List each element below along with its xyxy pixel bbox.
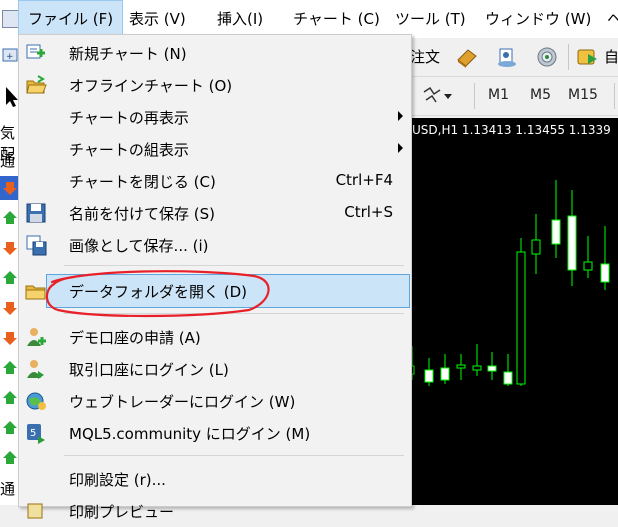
menu-item-label: ウェブトレーダーにログイン (W)	[69, 393, 296, 411]
menu-window[interactable]: ウィンドウ (W)	[476, 0, 600, 38]
trade-login-icon	[27, 360, 44, 379]
menu-item-label: デモ口座の申請 (A)	[69, 329, 201, 347]
up-arrow-icon	[3, 361, 17, 374]
menu-item-label: 取引口座にログイン (L)	[69, 361, 229, 379]
menu-item-label: 印刷設定 (r)...	[69, 471, 166, 489]
submenu-arrow-icon	[398, 111, 403, 121]
panel-tab-label[interactable]: 通	[0, 478, 15, 499]
menu-item-new-chart[interactable]: 新規チャート (N)	[19, 37, 411, 69]
menu-file[interactable]: ファイル (F)	[18, 0, 124, 38]
market-watch-icon[interactable]	[456, 46, 478, 68]
menu-tools[interactable]: ツール (T)	[386, 0, 475, 38]
auto-trading-label[interactable]: 自	[604, 46, 618, 67]
timeframe-m5[interactable]: M5	[530, 87, 551, 103]
toolbar-timeframes: M1 M5 M15	[410, 77, 618, 116]
signal-icon[interactable]	[536, 46, 558, 68]
menu-item-login-mql5[interactable]: 5 MQL5.community にログイン (M)	[19, 417, 411, 449]
menu-item-label: MQL5.community にログイン (M)	[69, 425, 311, 443]
up-arrow-icon	[3, 421, 17, 434]
svg-text:+: +	[6, 52, 14, 62]
mql5-icon: 5	[27, 424, 45, 444]
shortcut-label: Ctrl+S	[344, 203, 393, 221]
menu-item-demo-account[interactable]: デモ口座の申請 (A)	[19, 321, 411, 353]
menu-item-label: オフラインチャート (O)	[69, 77, 233, 95]
save-image-icon	[26, 235, 47, 256]
menu-item-label: 新規チャート (N)	[69, 45, 187, 63]
folder-open-icon	[26, 75, 47, 94]
menu-item-label: チャートの再表示	[69, 109, 189, 127]
candlestick-chart	[410, 180, 610, 386]
shortcut-label: Ctrl+F4	[335, 171, 393, 189]
menu-separator	[64, 455, 404, 456]
annotation-circle	[45, 270, 270, 318]
menu-item-label: チャートを閉じる (C)	[69, 173, 216, 191]
toolbar-standard: 注文 自	[410, 38, 618, 77]
print-preview-icon	[27, 503, 43, 519]
up-arrow-icon	[3, 451, 17, 464]
chart-window[interactable]: USD,H1 1.13413 1.13455 1.1339	[410, 118, 618, 505]
menu-item-print-setup[interactable]: 印刷設定 (r)...	[19, 463, 411, 495]
menu-item-label: チャートの組表示	[69, 141, 189, 159]
new-order-label[interactable]: 注文	[410, 46, 440, 67]
timeframe-m1[interactable]: M1	[488, 87, 509, 103]
menu-item-save-picture[interactable]: 画像として保存... (i)	[19, 229, 411, 261]
down-arrow-icon	[3, 242, 17, 255]
down-arrow-icon	[3, 182, 17, 195]
menu-item-label: 画像として保存... (i)	[69, 237, 209, 255]
up-arrow-icon	[3, 391, 17, 404]
up-arrow-icon	[3, 271, 17, 284]
menu-item-chart-profiles[interactable]: チャートの組表示	[19, 133, 411, 165]
menu-item-login-trade[interactable]: 取引口座にログイン (L)	[19, 353, 411, 385]
data-window-icon[interactable]	[496, 46, 518, 68]
svg-text:5: 5	[30, 428, 36, 439]
menu-item-save-as[interactable]: 名前を付けて保存 (S) Ctrl+S	[19, 197, 411, 229]
menu-item-label: 名前を付けて保存 (S)	[69, 205, 215, 223]
menu-insert[interactable]: 挿入(I)	[208, 0, 272, 38]
down-arrow-icon	[3, 332, 17, 345]
menu-item-print-preview[interactable]: 印刷プレビュー	[19, 495, 411, 527]
menu-item-login-webtrader[interactable]: ウェブトレーダーにログイン (W)	[19, 385, 411, 417]
up-arrow-icon	[3, 211, 17, 224]
menu-chart[interactable]: チャート (C)	[284, 0, 389, 38]
menu-view[interactable]: 表示 (V)	[120, 0, 195, 38]
menu-item-chart-refresh[interactable]: チャートの再表示	[19, 101, 411, 133]
panel-column-header: 通	[0, 152, 16, 170]
timeframe-m15[interactable]: M15	[568, 87, 598, 103]
new-chart-icon	[26, 44, 45, 59]
web-trader-icon	[26, 392, 46, 410]
menu-item-label: 印刷プレビュー	[69, 503, 175, 521]
auto-trading-icon[interactable]	[576, 46, 598, 68]
submenu-arrow-icon	[398, 143, 403, 153]
down-arrow-icon	[3, 302, 17, 315]
line-tools-icon[interactable]	[422, 86, 452, 106]
demo-account-icon	[27, 328, 46, 346]
menu-item-close-chart[interactable]: チャートを閉じる (C) Ctrl+F4	[19, 165, 411, 197]
menu-separator	[64, 265, 404, 266]
menu-help[interactable]: ヘ	[598, 0, 618, 38]
save-icon	[26, 203, 46, 223]
menu-item-offline-chart[interactable]: オフラインチャート (O)	[19, 69, 411, 101]
